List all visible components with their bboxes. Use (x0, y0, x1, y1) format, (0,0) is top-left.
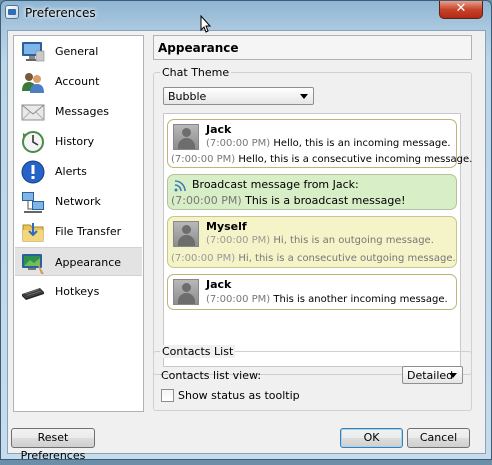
title-bar[interactable]: Preferences ✕ (1, 1, 491, 25)
contacts-view-value: Detailed (407, 369, 454, 382)
message-text: Hello, this is a consecutive incoming me… (238, 154, 473, 165)
avatar (173, 124, 199, 150)
contacts-list-label: Contacts List (160, 345, 236, 358)
broadcast-title: Broadcast message from Jack: (192, 178, 359, 191)
monitor-icon (22, 42, 45, 62)
chat-theme-group: Chat Theme Bubble Jack (7:00:00 PM) Hell… (153, 66, 472, 375)
contacts-list-group: Contacts List Contacts list view: Detail… (153, 345, 472, 411)
sidebar-item-messages[interactable]: Messages (15, 97, 142, 126)
show-status-tooltip-checkbox[interactable] (161, 389, 174, 402)
sender-name: Myself (206, 220, 247, 233)
chat-theme-value: Bubble (168, 90, 207, 103)
message-text: Hi, this is a consecutive outgoing messa… (238, 253, 456, 264)
chevron-down-icon (449, 373, 457, 378)
info-icon (21, 160, 45, 184)
users-icon (22, 73, 44, 93)
envelope-icon (21, 104, 45, 121)
message-line: (7:00:00 PM) This is another incoming me… (206, 294, 448, 305)
sender-name: Jack (206, 123, 232, 136)
contacts-view-select[interactable]: Detailed (402, 366, 463, 384)
sidebar-item-history[interactable]: History (15, 127, 142, 156)
sidebar-item-appearance[interactable]: Appearance (15, 247, 142, 276)
sidebar-item-label: File Transfer (55, 225, 122, 238)
keyboard-icon (22, 288, 44, 300)
message-line: (7:00:00 PM) Hello, this is a consecutiv… (171, 154, 472, 165)
message-time: (7:00:00 PM) (171, 154, 236, 165)
message-text: This is another incoming message. (273, 294, 448, 305)
ok-button[interactable]: OK (340, 428, 403, 448)
appearance-icon (22, 254, 44, 274)
chat-bubble-incoming: Jack (7:00:00 PM) This is another incomi… (167, 274, 457, 310)
folder-icon (22, 223, 44, 242)
sidebar-item-label: Hotkeys (55, 285, 100, 298)
dialog-body: General Account Messages History Alerts … (7, 30, 486, 462)
network-icon (22, 192, 44, 213)
sender-name: Jack (206, 278, 232, 291)
sidebar-item-file-transfer[interactable]: File Transfer (15, 217, 142, 246)
cancel-button[interactable]: Cancel (407, 428, 470, 448)
panel-header: Appearance (153, 35, 472, 60)
sidebar-item-label: Appearance (55, 256, 122, 269)
message-text: Hi, this is an outgoing message. (273, 235, 434, 246)
chat-bubble-incoming: Jack (7:00:00 PM) Hello, this is an inco… (167, 119, 472, 168)
window-title: Preferences (25, 6, 96, 20)
app-icon (5, 5, 19, 19)
clock-icon (22, 131, 44, 153)
sidebar-item-account[interactable]: Account (15, 67, 142, 96)
message-time: (7:00:00 PM) (206, 294, 271, 305)
sidebar-item-hotkeys[interactable]: Hotkeys (15, 277, 142, 306)
chat-theme-preview: Jack (7:00:00 PM) Hello, this is an inco… (163, 113, 472, 367)
chat-theme-label: Chat Theme (160, 66, 232, 79)
sidebar-item-label: Network (55, 195, 101, 208)
sidebar-item-label: History (55, 135, 95, 148)
message-line: (7:00:00 PM) Hi, this is an outgoing mes… (206, 235, 434, 246)
sidebar-item-alerts[interactable]: Alerts (15, 157, 142, 186)
message-text: Hello, this is an incoming message. (273, 138, 451, 149)
close-button[interactable]: ✕ (439, 1, 483, 19)
chevron-down-icon (300, 94, 308, 99)
message-line: (7:00:00 PM) This is a broadcast message… (171, 194, 406, 207)
page-title: Appearance (158, 41, 239, 55)
sidebar-item-label: Messages (55, 105, 109, 118)
message-line: (7:00:00 PM) Hi, this is a consecutive o… (171, 253, 456, 264)
sidebar-item-label: Account (55, 75, 100, 88)
message-text: This is a broadcast message! (245, 194, 406, 207)
message-time: (7:00:00 PM) (171, 253, 236, 264)
show-status-tooltip-label: Show status as tooltip (178, 389, 300, 402)
preferences-window: Preferences ✕ General Account Messages H… (0, 0, 492, 462)
sidebar-item-network[interactable]: Network (15, 187, 142, 216)
reset-preferences-button[interactable]: Reset Preferences (11, 428, 95, 462)
avatar (173, 279, 199, 305)
message-time: (7:00:00 PM) (206, 138, 271, 149)
chat-bubble-outgoing: Myself (7:00:00 PM) Hi, this is an outgo… (167, 216, 457, 268)
broadcast-icon (174, 180, 186, 192)
avatar (173, 221, 199, 247)
message-line: (7:00:00 PM) Hello, this is an incoming … (206, 138, 451, 149)
mouse-pointer-icon (200, 15, 212, 33)
sidebar-item-general[interactable]: General (15, 37, 142, 66)
sidebar-item-label: Alerts (55, 165, 87, 178)
sidebar-item-label: General (55, 45, 99, 58)
contacts-view-label: Contacts list view: (161, 369, 262, 382)
category-sidebar: General Account Messages History Alerts … (13, 35, 144, 412)
message-time: (7:00:00 PM) (206, 235, 271, 246)
chat-theme-select[interactable]: Bubble (163, 87, 314, 105)
chat-bubble-broadcast: Broadcast message from Jack: (7:00:00 PM… (167, 174, 457, 210)
message-time: (7:00:00 PM) (171, 194, 242, 207)
